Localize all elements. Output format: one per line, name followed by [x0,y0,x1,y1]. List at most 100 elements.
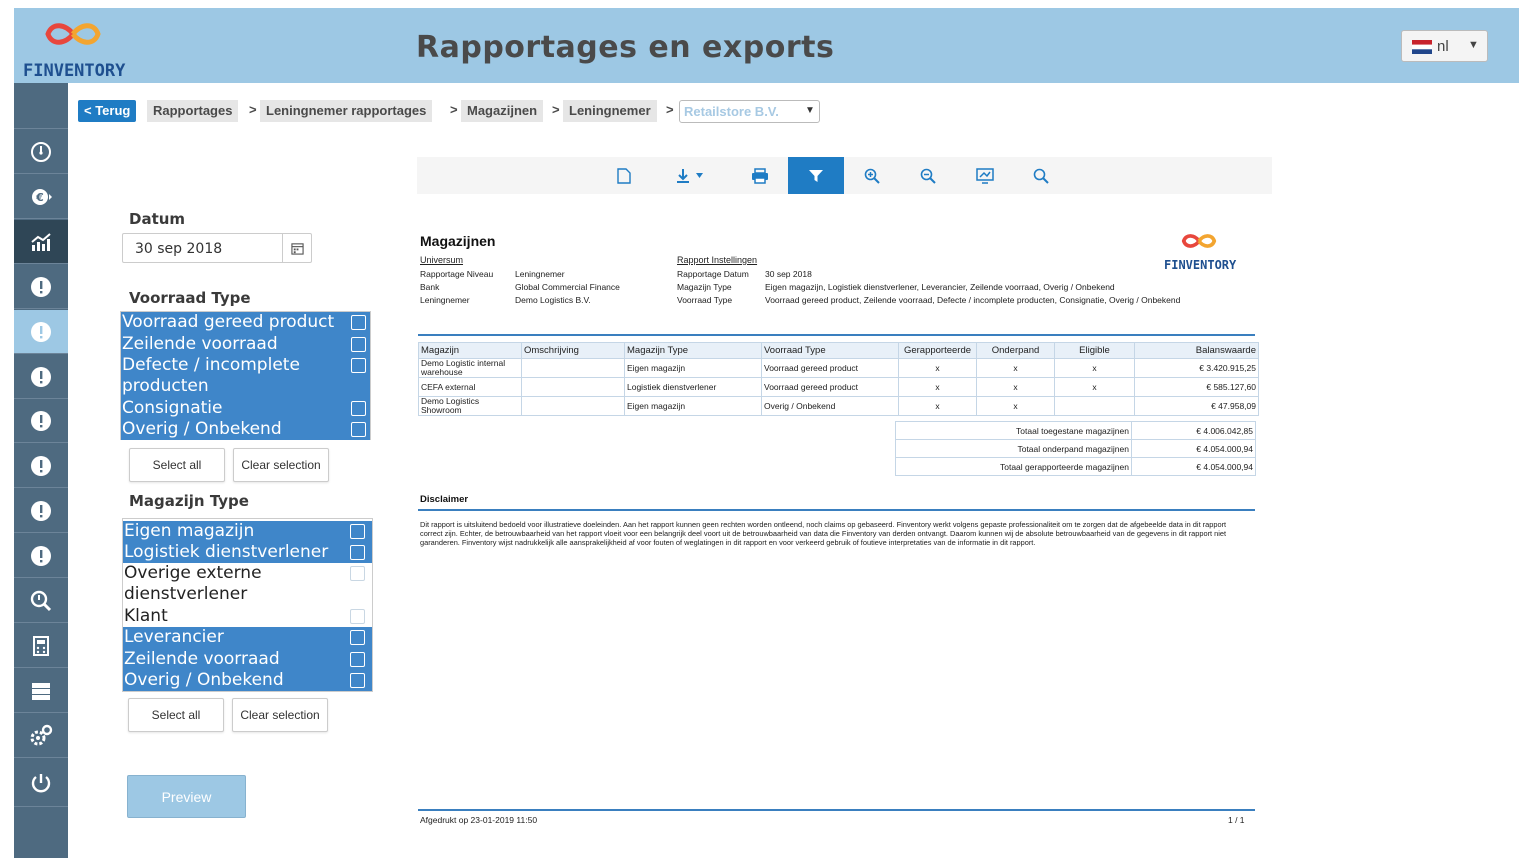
table-cell: x [976,358,1055,378]
report-logo-text: FINVENTORY [1164,258,1237,272]
filter-button[interactable] [788,157,844,194]
checkbox[interactable] [350,630,365,645]
list-item[interactable]: Voorraad gereed product [121,312,370,334]
checkbox[interactable] [351,315,366,330]
sidebar-item-alert-7[interactable] [14,534,68,578]
checkbox[interactable] [350,566,365,581]
select-all-button[interactable]: Select all [129,448,225,482]
checkbox[interactable] [350,609,365,624]
checkbox[interactable] [351,358,366,373]
date-field[interactable]: 30 sep 2018 [122,233,312,263]
warehouse-table: Magazijn Omschrijving Magazijn Type Voor… [418,342,1259,416]
meta-value: Voorraad gereed product, Zeilende voorra… [765,295,1181,305]
meta-value: Demo Logistics B.V. [515,295,591,305]
list-item[interactable]: Eigen magazijn [123,521,372,542]
sidebar-item-alert-4[interactable] [14,399,68,443]
list-item-label: Zeilende voorraad [124,649,280,669]
table-cell: x [976,396,1055,416]
meta-value: Global Commercial Finance [515,282,620,292]
magazijn-type-list[interactable]: Eigen magazijn Logistiek dienstverlener … [122,518,373,692]
alert-icon [31,410,51,431]
sidebar-item-alert-3[interactable] [14,355,68,399]
list-item[interactable]: Overig / Onbekend [123,670,372,691]
breadcrumb-rapportages[interactable]: Rapportages [147,100,239,122]
sidebar-item-settings[interactable] [14,714,68,758]
table-cell: x [1054,358,1135,378]
zoom-out-button[interactable] [900,157,956,194]
breadcrumb-magazijnen[interactable]: Magazijnen [461,100,544,122]
divider [418,334,1255,336]
list-item[interactable]: Defecte / incomplete producten [121,355,370,398]
voorraad-type-list[interactable]: Voorraad gereed product Zeilende voorraa… [120,311,371,440]
sidebar: € [14,83,68,858]
search-button[interactable] [1013,157,1069,194]
list-item[interactable]: Consignatie [121,398,370,419]
finventory-logo[interactable]: FINVENTORY [18,14,138,81]
sidebar-item-calculator[interactable] [14,624,68,668]
column-header: Onderpand [976,342,1055,359]
list-item-label: Defecte / incomplete producten [122,355,300,396]
total-value: € 4.006.042,85 [1131,421,1256,440]
meta-key: Rapportage Niveau [420,269,494,279]
list-item-label: Consignatie [122,398,223,418]
breadcrumb-separator: > [666,102,674,117]
sidebar-item-data[interactable] [14,669,68,713]
calendar-button[interactable] [282,234,312,262]
meta-key: Rapportage Datum [677,269,749,279]
list-item[interactable]: Overige externe dienstverlener [123,563,372,606]
select-all-button[interactable]: Select all [128,698,224,732]
back-button[interactable]: < Terug [78,100,137,122]
sidebar-item-alert-6[interactable] [14,489,68,533]
list-item[interactable]: Klant [123,606,372,627]
table-row: Totaal toegestane magazijnen € 4.006.042… [895,421,1256,440]
totals-table: Totaal toegestane magazijnen € 4.006.042… [895,421,1256,476]
borrower-select[interactable]: Retailstore B.V. ▼ [679,100,820,123]
sidebar-item-alert-2[interactable] [14,310,68,354]
checkbox[interactable] [351,422,366,437]
checkbox[interactable] [351,401,366,416]
clear-selection-button[interactable]: Clear selection [233,448,329,482]
sidebar-item-finance[interactable]: € [14,175,68,219]
sidebar-item-search[interactable] [14,579,68,623]
euro-icon: € [32,188,52,205]
sidebar-item-dashboard[interactable] [14,130,68,174]
total-value: € 4.054.000,94 [1131,439,1256,458]
new-document-button[interactable] [596,157,652,194]
print-button[interactable] [732,157,788,194]
checkbox[interactable] [350,524,365,539]
breadcrumb-leningnemer[interactable]: Leningnemer [563,100,657,122]
table-cell [1054,396,1135,416]
zoom-in-button[interactable] [844,157,900,194]
sidebar-item-alert-1[interactable] [14,265,68,309]
checkbox[interactable] [351,337,366,352]
list-item[interactable]: Logistiek dienstverlener [123,542,372,563]
breadcrumb-separator: > [552,102,560,117]
list-item[interactable]: Leverancier [123,627,372,649]
alert-icon [31,545,51,566]
list-item-label: Voorraad gereed product [122,312,335,332]
calendar-icon [291,242,304,255]
sidebar-item-alert-5[interactable] [14,444,68,488]
sidebar-item-logout[interactable] [14,759,68,807]
checkbox[interactable] [350,673,365,688]
clear-selection-button[interactable]: Clear selection [232,698,328,732]
checkbox[interactable] [350,652,365,667]
filter-icon [809,169,823,182]
logo-text: FINVENTORY [23,61,126,81]
list-item[interactable]: Zeilende voorraad [121,334,370,355]
download-button[interactable] [662,157,718,194]
list-item[interactable]: Zeilende voorraad [123,649,372,670]
download-icon [677,168,703,183]
sidebar-item-reports[interactable] [14,220,68,264]
presentation-button[interactable] [957,157,1013,194]
list-item[interactable]: Overig / Onbekend [121,419,370,440]
language-select[interactable]: nl ▼ [1401,30,1488,62]
netherlands-flag-icon [1412,40,1432,54]
breadcrumb-leningnemer-rapportages[interactable]: Leningnemer rapportages [260,100,433,122]
report-settings-link: Rapport Instellingen [677,255,758,265]
table-cell [521,396,625,416]
meta-key: Leningnemer [420,295,470,305]
report-title: Magazijnen [420,233,496,249]
checkbox[interactable] [350,545,365,560]
preview-button[interactable]: Preview [127,775,246,818]
